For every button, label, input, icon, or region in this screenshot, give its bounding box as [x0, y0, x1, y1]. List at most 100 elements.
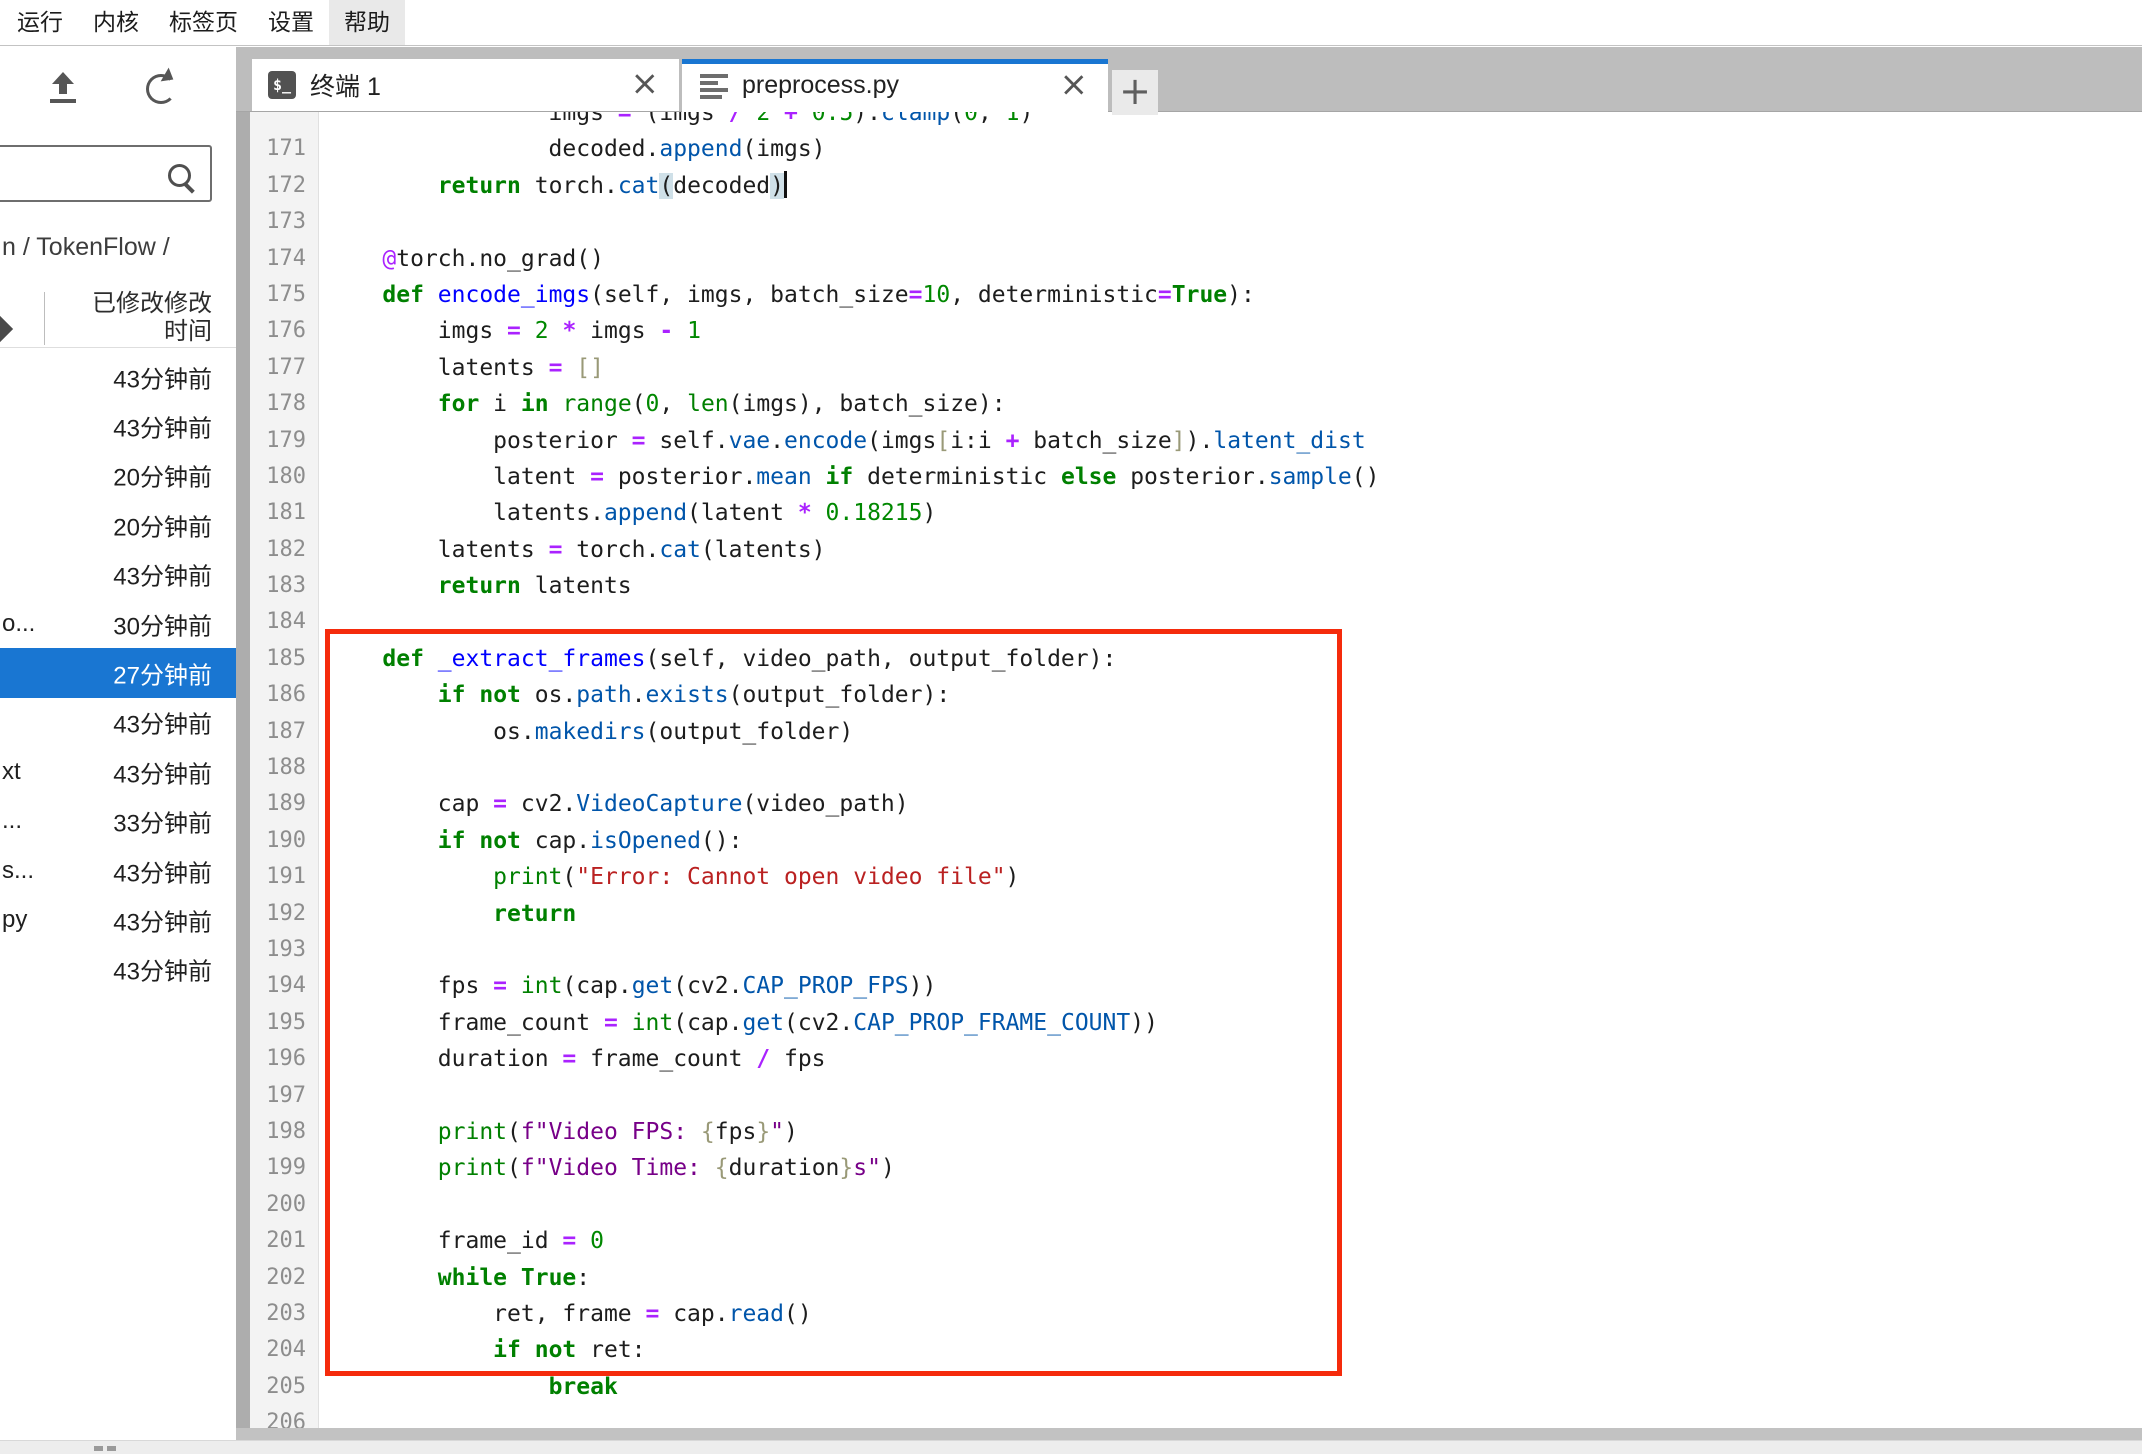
file-modified-time: 43分钟前	[113, 902, 212, 937]
code-line[interactable]: 185 def _extract_frames(self, video_path…	[250, 641, 2142, 677]
code-line[interactable]: 199 print(f"Video Time: {duration}s")	[250, 1150, 2142, 1186]
code-line[interactable]: 197	[250, 1078, 2142, 1114]
line-number: 191	[250, 859, 306, 895]
code-line[interactable]: 192 return	[250, 896, 2142, 932]
new-tab-button[interactable]: +	[1112, 70, 1158, 115]
line-number: 180	[250, 459, 306, 495]
code-line[interactable]: 177 latents = []	[250, 350, 2142, 386]
code-line[interactable]: 181 latents.append(latent * 0.18215)	[250, 495, 2142, 531]
file-row[interactable]: xt43分钟前	[0, 747, 236, 796]
menu-item[interactable]: 内核	[78, 0, 154, 45]
close-icon[interactable]: ×	[1060, 67, 1089, 101]
code-text: print(f"Video FPS: {fps}")	[327, 1114, 798, 1150]
file-name-fragment: ...	[2, 807, 22, 835]
menu-item[interactable]: 标签页	[154, 0, 253, 45]
code-text: if not cap.isOpened():	[327, 823, 742, 859]
line-number: 198	[250, 1114, 306, 1150]
code-text: duration = frame_count / fps	[327, 1041, 826, 1077]
upload-icon[interactable]	[48, 72, 78, 108]
code-line[interactable]: 194 fps = int(cap.get(cv2.CAP_PROP_FPS))	[250, 968, 2142, 1004]
file-row[interactable]: 20分钟前	[0, 500, 236, 549]
code-line[interactable]: 195 frame_count = int(cap.get(cv2.CAP_PR…	[250, 1005, 2142, 1041]
code-text: frame_count = int(cap.get(cv2.CAP_PROP_F…	[327, 1005, 1158, 1041]
code-line[interactable]: 180 latent = posterior.mean if determini…	[250, 459, 2142, 495]
breadcrumb[interactable]: n / TokenFlow /	[2, 233, 170, 262]
code-line[interactable]: 178 for i in range(0, len(imgs), batch_s…	[250, 386, 2142, 422]
code-line[interactable]: 198 print(f"Video FPS: {fps}")	[250, 1114, 2142, 1150]
tab-preprocess-py[interactable]: preprocess.py ×	[682, 59, 1108, 112]
code-text: return	[327, 896, 576, 932]
line-number: 193	[250, 932, 306, 968]
text-file-icon	[700, 73, 728, 99]
status-bar	[0, 1440, 2142, 1454]
code-line[interactable]: 173	[250, 204, 2142, 240]
code-editor[interactable]: imgs = (imgs / 2 + 0.5).clamp(0, 1)171 d…	[250, 112, 2142, 1428]
line-number: 176	[250, 313, 306, 349]
file-row[interactable]: 27分钟前	[0, 648, 236, 697]
tab-terminal-1[interactable]: $_ 终端 1 ×	[252, 59, 679, 111]
file-row[interactable]: 43分钟前	[0, 698, 236, 747]
code-line[interactable]: 190 if not cap.isOpened():	[250, 823, 2142, 859]
code-line[interactable]: 193	[250, 932, 2142, 968]
code-text: latents = torch.cat(latents)	[327, 532, 826, 568]
code-text: if not os.path.exists(output_folder):	[327, 677, 950, 713]
file-row[interactable]: 43分钟前	[0, 352, 236, 401]
code-line[interactable]: 189 cap = cv2.VideoCapture(video_path)	[250, 786, 2142, 822]
code-line[interactable]: 176 imgs = 2 * imgs - 1	[250, 313, 2142, 349]
file-list-header[interactable]: 已修改修改 时间	[0, 290, 236, 347]
code-line[interactable]: 172 return torch.cat(decoded)	[250, 168, 2142, 204]
file-modified-time: 30分钟前	[113, 606, 212, 641]
tab-bar: $_ 终端 1 × preprocess.py × +	[236, 47, 2142, 112]
refresh-icon[interactable]	[144, 71, 176, 103]
file-row[interactable]: o... 30分钟前	[0, 599, 236, 648]
code-line[interactable]: 191 print("Error: Cannot open video file…	[250, 859, 2142, 895]
line-number: 190	[250, 823, 306, 859]
code-line[interactable]: 203 ret, frame = cap.read()	[250, 1296, 2142, 1332]
file-row[interactable]: 43分钟前	[0, 550, 236, 599]
line-number: 181	[250, 495, 306, 531]
file-row[interactable]: s...43分钟前	[0, 846, 236, 895]
code-line[interactable]: 200	[250, 1187, 2142, 1223]
line-number: 199	[250, 1150, 306, 1186]
file-name-fragment: o...	[2, 610, 35, 638]
menu-item[interactable]: 运行	[2, 0, 78, 45]
code-line[interactable]: 171 decoded.append(imgs)	[250, 131, 2142, 167]
sidebar-splitter[interactable]	[236, 112, 250, 1440]
file-browser-sidebar: n / TokenFlow / 已修改修改 时间 43分钟前43分钟前20分钟前…	[0, 47, 236, 1440]
modified-column-header[interactable]: 已修改修改 时间	[92, 290, 212, 346]
code-line[interactable]: 183 return latents	[250, 568, 2142, 604]
line-number: 178	[250, 386, 306, 422]
file-row[interactable]: ...33分钟前	[0, 797, 236, 846]
code-line[interactable]: 204 if not ret:	[250, 1332, 2142, 1368]
menu-item[interactable]: 设置	[253, 0, 329, 45]
code-line[interactable]: 184	[250, 604, 2142, 640]
file-row[interactable]: py43分钟前	[0, 895, 236, 944]
line-number: 203	[250, 1296, 306, 1332]
code-line[interactable]: 196 duration = frame_count / fps	[250, 1041, 2142, 1077]
line-number: 174	[250, 241, 306, 277]
code-line[interactable]: imgs = (imgs / 2 + 0.5).clamp(0, 1)	[250, 112, 2142, 131]
code-line[interactable]: 182 latents = torch.cat(latents)	[250, 532, 2142, 568]
code-line[interactable]: 175 def encode_imgs(self, imgs, batch_si…	[250, 277, 2142, 313]
file-row[interactable]: 20分钟前	[0, 451, 236, 500]
file-row[interactable]: 43分钟前	[0, 945, 236, 994]
code-line[interactable]: 188	[250, 750, 2142, 786]
file-modified-time: 27分钟前	[113, 656, 212, 691]
code-line[interactable]: 206	[250, 1405, 2142, 1428]
code-line[interactable]: 187 os.makedirs(output_folder)	[250, 714, 2142, 750]
code-line[interactable]: 201 frame_id = 0	[250, 1223, 2142, 1259]
line-number: 201	[250, 1223, 306, 1259]
code-line[interactable]: 179 posterior = self.vae.encode(imgs[i:i…	[250, 423, 2142, 459]
code-text: for i in range(0, len(imgs), batch_size)…	[327, 386, 1006, 422]
code-line[interactable]: 202 while True:	[250, 1260, 2142, 1296]
line-number: 186	[250, 677, 306, 713]
code-line[interactable]: 205 break	[250, 1369, 2142, 1405]
menu-item[interactable]: 帮助	[329, 0, 405, 45]
code-line[interactable]: 186 if not os.path.exists(output_folder)…	[250, 677, 2142, 713]
file-row[interactable]: 43分钟前	[0, 401, 236, 450]
close-icon[interactable]: ×	[631, 67, 660, 101]
line-number: 177	[250, 350, 306, 386]
code-line[interactable]: 174 @torch.no_grad()	[250, 241, 2142, 277]
code-text: @torch.no_grad()	[327, 241, 604, 277]
line-number: 197	[250, 1078, 306, 1114]
